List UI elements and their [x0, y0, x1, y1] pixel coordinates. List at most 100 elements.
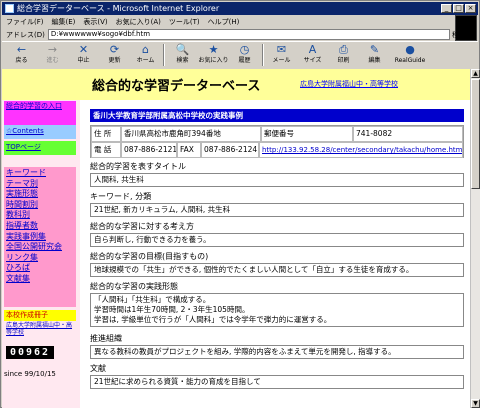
go-button[interactable]: 移動	[452, 30, 478, 40]
sidebar-item-subject[interactable]: 教科別	[6, 210, 74, 221]
section-label: 推進組織	[90, 334, 122, 343]
sidebar-item-forum[interactable]: ひろば	[6, 263, 74, 274]
our-school-booklet-label: 本校作成冊子	[4, 310, 76, 321]
sidebar-item-bibliography[interactable]: 文献集	[6, 274, 74, 285]
size-button[interactable]: A サイズ	[297, 42, 328, 68]
edit-button[interactable]: ✎ 編集	[359, 42, 390, 68]
section-label: 文献	[90, 364, 106, 373]
history-label: 履歴	[238, 57, 251, 64]
section-value: 自ら判断し, 行動できる力を養う。	[90, 233, 464, 247]
sidebar-item-theme[interactable]: テーマ別	[6, 179, 74, 190]
school-link[interactable]: 広島大学附属福山中・高等学校	[300, 79, 398, 89]
back-label: 戻る	[15, 57, 28, 64]
menu-bar: ファイル(F) 編集(E) 表示(V) お気に入り(A) ツール(T) ヘルプ(…	[2, 15, 478, 28]
back-button[interactable]: ← 戻る	[6, 42, 37, 68]
refresh-icon: ⟳	[109, 43, 120, 56]
search-icon: 🔍	[175, 43, 190, 56]
fax-label: FAX	[177, 142, 201, 158]
forward-arrow-icon: →	[47, 43, 58, 56]
realguide-label: RealGuide	[394, 57, 426, 64]
phone-number: 087-886-2121	[121, 142, 177, 158]
visitor-counter: 00962	[6, 346, 54, 359]
section-label: 総合的な学習の目標(目指すもの)	[90, 252, 209, 261]
stop-icon: ✕	[78, 43, 89, 56]
sidebar-item-keyword[interactable]: キーワード	[6, 168, 74, 179]
refresh-button[interactable]: ⟳ 更新	[99, 42, 130, 68]
scroll-thumb[interactable]	[471, 79, 480, 189]
school-address: 香川県高松市鹿角町394番地	[121, 126, 261, 142]
section-value: 異なる教科の教員がプロジェクトを組み, 学際的内容をふまえて単元を開発し, 指導…	[90, 345, 464, 359]
section-organization: 推進組織 異なる教科の教員がプロジェクトを組み, 学際的内容をふまえて単元を開発…	[90, 333, 464, 359]
favorites-icon: ★	[208, 43, 219, 56]
sidebar-item-format[interactable]: 実施形態	[6, 189, 74, 200]
section-bibliography: 文献 21世紀に求められる資質・能力の育成を目指して	[90, 363, 464, 389]
home-button[interactable]: ⌂ ホーム	[130, 42, 161, 68]
favorites-button[interactable]: ★ お気に入り	[198, 42, 229, 68]
address-label: アドレス(D)	[6, 30, 45, 39]
scroll-down-button[interactable]: ▼	[471, 399, 480, 408]
school-url-link[interactable]: http://133.92.58.28/center/secondary/tak…	[262, 146, 462, 154]
address-label: 住 所	[91, 126, 121, 142]
sidebar-link-list: キーワード テーマ別 実施形態 時間割別 教科別 指導者数 実践事例集 全国公開…	[4, 167, 76, 307]
sidebar-item-links[interactable]: リンク集	[6, 253, 74, 264]
school-name-link[interactable]: 広島大学附属福山中・高等学校	[4, 322, 76, 336]
print-button[interactable]: ⎙ 印刷	[328, 42, 359, 68]
size-label: サイズ	[303, 57, 322, 64]
realguide-button[interactable]: ● RealGuide	[390, 42, 430, 68]
section-value: 「人間科」「共生科」で構成する。 学習時間は1年生70時間, 2・3年生105時…	[90, 293, 464, 327]
menu-help[interactable]: ヘルプ(H)	[208, 17, 240, 27]
section-value: 地球規模での「共生」ができる, 個性的でたくましい人間として「自立」する生徒を育…	[90, 263, 464, 277]
toolbar: ← 戻る → 進む ✕ 中止 ⟳ 更新 ⌂ ホーム 🔍 検索 ★ お気に入り ◷ 履歴 ✉ メール…	[2, 41, 478, 68]
sidebar-item-cases[interactable]: 実践事例集	[6, 232, 74, 243]
sidebar-entry-link[interactable]: 総合的学習の入口	[6, 102, 62, 110]
sidebar-item-timetable[interactable]: 時間割別	[6, 200, 74, 211]
site-header: 総合的な学習データーベース 広島大学附属福山中・高等学校	[2, 69, 470, 100]
address-bar: アドレス(D) D:¥wwwwww¥sogo¥dbf.htm 移動	[2, 28, 478, 41]
menu-file[interactable]: ファイル(F)	[6, 17, 44, 27]
section-value: 人間科, 共生科	[90, 173, 464, 187]
search-button[interactable]: 🔍 検索	[167, 42, 198, 68]
vertical-scrollbar[interactable]: ▲ ▼	[470, 69, 480, 408]
history-button[interactable]: ◷ 履歴	[229, 42, 260, 68]
section-label: キーワード, 分類	[90, 192, 152, 201]
section-keywords: キーワード, 分類 21世紀, 新カリキュラム, 人間科, 共生科	[90, 191, 464, 217]
forward-button[interactable]: → 進む	[37, 42, 68, 68]
section-label: 総合的な学習の実践形態	[90, 282, 178, 291]
address-input[interactable]: D:¥wwwwww¥sogo¥dbf.htm	[47, 29, 450, 40]
url-cell: http://133.92.58.28/center/secondary/tak…	[259, 142, 463, 158]
postal-label: 郵便番号	[261, 126, 353, 142]
ie-icon	[5, 4, 14, 13]
edit-label: 編集	[368, 57, 381, 64]
section-format: 総合的な学習の実践形態 「人間科」「共生科」で構成する。 学習時間は1年生70時…	[90, 281, 464, 327]
forward-label: 進む	[46, 57, 59, 64]
realguide-icon: ●	[405, 43, 415, 56]
page-content: 総合的な学習データーベース 広島大学附属福山中・高等学校 総合的学習の入口 ☆C…	[2, 69, 470, 408]
history-icon: ◷	[239, 43, 250, 56]
contents-link[interactable]: ☆Contents	[6, 127, 44, 135]
home-icon: ⌂	[142, 43, 149, 56]
toolbar-separator	[163, 44, 165, 66]
title-bar: 総合学習データーベース - Microsoft Internet Explore…	[2, 2, 478, 15]
toolbar-separator	[262, 44, 264, 66]
back-arrow-icon: ←	[16, 43, 27, 56]
menu-view[interactable]: 表示(V)	[83, 17, 107, 27]
font-size-icon: A	[308, 43, 317, 56]
maximize-button[interactable]: □	[453, 4, 464, 13]
sidebar-item-instructors[interactable]: 指導者数	[6, 221, 74, 232]
sidebar-contents-box: ☆Contents	[4, 125, 76, 139]
sidebar: 総合的学習の入口 ☆Contents TOPページ キーワード テーマ別 実施形…	[2, 100, 80, 408]
menu-favorites[interactable]: お気に入り(A)	[116, 17, 161, 27]
menu-tools[interactable]: ツール(T)	[169, 17, 200, 27]
scroll-up-button[interactable]: ▲	[471, 69, 480, 78]
sidebar-item-conference[interactable]: 全国公開研究会	[6, 242, 74, 253]
mail-label: メール	[272, 57, 291, 64]
menu-edit[interactable]: 編集(E)	[52, 17, 76, 27]
sidebar-entry-box: 総合的学習の入口	[4, 101, 76, 125]
section-value: 21世紀, 新カリキュラム, 人間科, 共生科	[90, 203, 464, 217]
mail-button[interactable]: ✉ メール	[266, 42, 297, 68]
close-button[interactable]: ×	[465, 4, 476, 13]
minimize-button[interactable]: _	[441, 4, 452, 13]
stop-button[interactable]: ✕ 中止	[68, 42, 99, 68]
refresh-label: 更新	[108, 57, 121, 64]
top-page-link[interactable]: TOPページ	[6, 143, 41, 151]
